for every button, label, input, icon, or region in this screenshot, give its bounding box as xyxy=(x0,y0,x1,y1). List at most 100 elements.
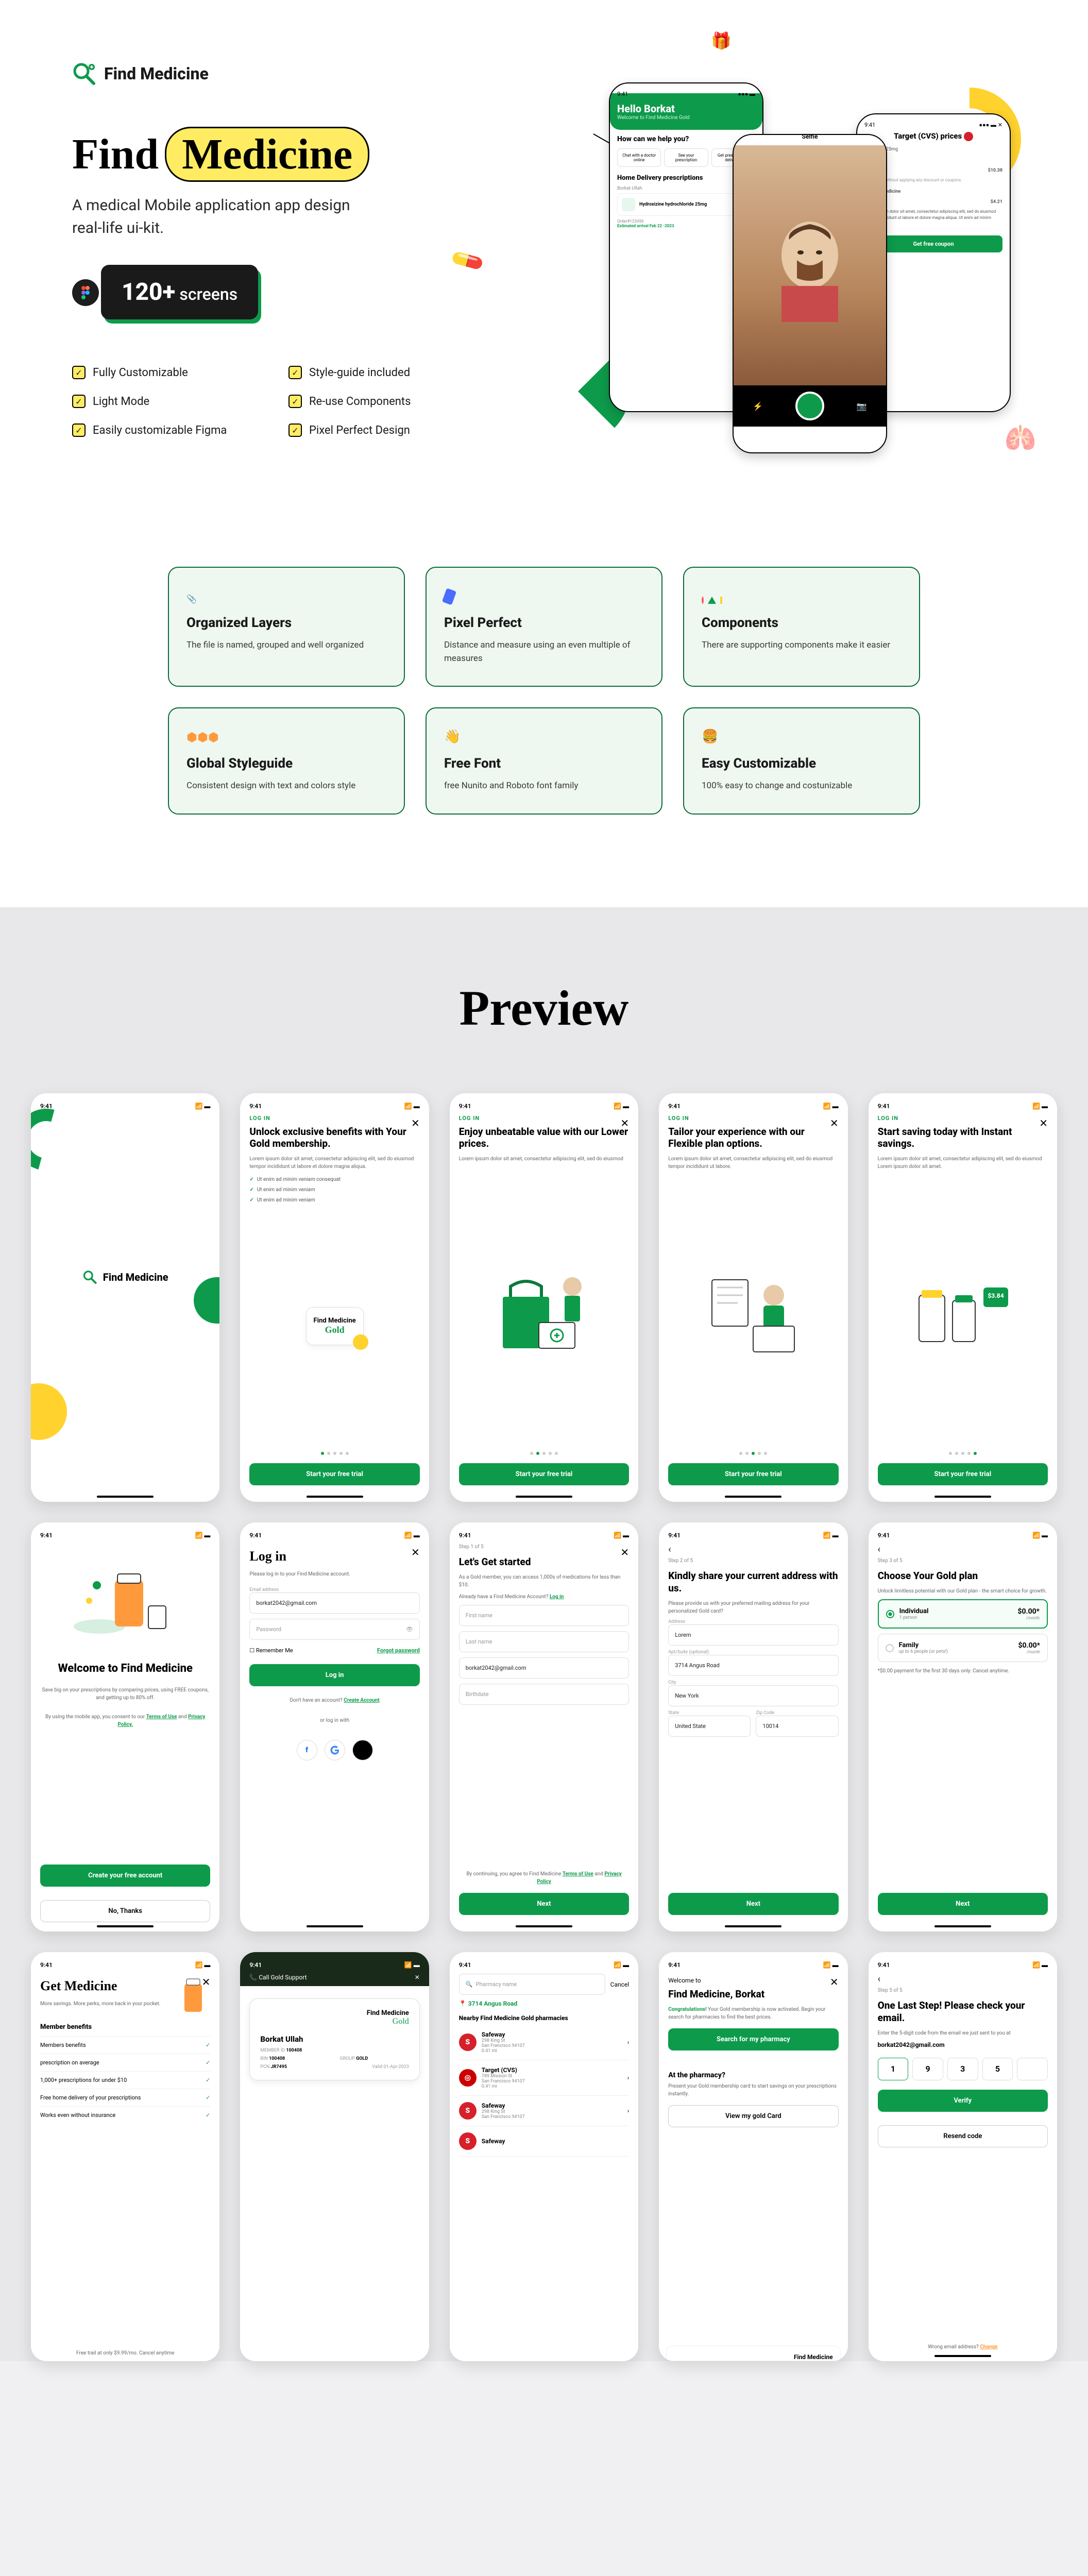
cancel-button[interactable]: Cancel xyxy=(610,1981,630,1988)
check-icon: ✓ xyxy=(288,366,302,379)
pharmacy-search-input[interactable]: 🔍 Pharmacy name xyxy=(459,1974,605,1995)
apple-login[interactable] xyxy=(352,1740,373,1760)
change-email-link[interactable]: Change xyxy=(980,2344,997,2350)
birthdate-field[interactable]: Birthdate xyxy=(459,1684,629,1705)
pharmacy-item[interactable]: ◎Target (CVS)789 Mission StSan Francisco… xyxy=(459,2060,629,2096)
check-icon: ✓ xyxy=(72,423,86,437)
plan-family[interactable]: Familyup to 6 people (or pets!) $0.00*/m… xyxy=(878,1634,1048,1662)
card-styleguide: ⬢⬢⬢ Global StyleguideConsistent design w… xyxy=(168,707,405,815)
google-login[interactable] xyxy=(325,1740,345,1760)
apt-field[interactable]: 3714 Angus Road xyxy=(668,1655,838,1676)
preview-section: Preview 9:41📶 ▬ Find Medicine 9:41📶 ▬ LO… xyxy=(0,907,1088,2362)
plan-individual[interactable]: Individual1 person $0.00*/month xyxy=(878,1599,1048,1629)
screen-choose-plan: 9:41📶 ▬ ‹ Step 3 of 5 Choose Your Gold p… xyxy=(869,1522,1057,1931)
create-account-button[interactable]: Create your free account xyxy=(40,1865,210,1887)
last-name-field[interactable]: Last name xyxy=(459,1631,629,1652)
screen-login: 9:41📶 ▬ ✕ Log in Please log in to your F… xyxy=(240,1522,429,1931)
chevron-right-icon: › xyxy=(627,2039,630,2046)
screen-splash: 9:41📶 ▬ Find Medicine xyxy=(31,1093,219,1502)
next-button[interactable]: Next xyxy=(878,1893,1048,1915)
savings-illustration: $3.84 xyxy=(878,1180,1048,1442)
forgot-password-link[interactable]: Forgot password xyxy=(377,1647,420,1654)
phone-mockups: 9:41●●● ▬ Hello Borkat Welcome to Find M… xyxy=(495,62,1016,484)
hero: Find Medicine Find Medicine A medical Mo… xyxy=(72,62,1016,546)
chevron-right-icon: › xyxy=(627,2107,630,2114)
login-link[interactable]: Log in xyxy=(550,1594,564,1600)
counter-number: 120+ xyxy=(122,278,175,306)
remember-checkbox[interactable]: ☐ Remember Me xyxy=(249,1647,293,1654)
feature-item: ✓Fully Customizable xyxy=(72,366,247,379)
screen-welcome-borkat: 9:41📶 ▬ ✕ Welcome to Find Medicine, Bork… xyxy=(659,1952,847,2361)
verify-button[interactable]: Verify xyxy=(878,2090,1048,2112)
search-pharmacy-button[interactable]: Search for my pharmacy xyxy=(668,2028,838,2050)
facebook-login[interactable]: f xyxy=(297,1740,317,1760)
next-button[interactable]: Next xyxy=(459,1893,629,1915)
close-icon[interactable]: ✕ xyxy=(411,1117,420,1129)
magnifier-plus-icon xyxy=(72,62,96,86)
check-icon: ✓ xyxy=(288,395,302,408)
start-trial-button[interactable]: Start your free trial xyxy=(878,1463,1048,1485)
back-icon[interactable]: ‹ xyxy=(878,1974,1048,1985)
screen-pharmacy-search: 9:41📶 ▬ 🔍 Pharmacy name Cancel 📍 3714 An… xyxy=(450,1952,638,2361)
greeting: Hello Borkat xyxy=(617,103,755,115)
shapes-icon xyxy=(702,588,722,604)
welcome-title: Welcome to Find Medicine xyxy=(40,1662,210,1676)
honeycomb-icon: ⬢⬢⬢ xyxy=(186,729,207,744)
pharmacy-item[interactable]: SSafeway298 King StSan Francisco 941070.… xyxy=(459,2025,629,2060)
terms-link[interactable]: Terms of Use xyxy=(563,1871,593,1877)
email-field[interactable]: borkat2042@gmail.com xyxy=(459,1657,629,1679)
close-icon[interactable]: ✕ xyxy=(830,1976,839,1988)
brand-name: Find Medicine xyxy=(104,64,209,83)
pharmacy-item[interactable]: SSafeway298 King StSan Francisco 94107› xyxy=(459,2096,629,2126)
feature-list: ✓Fully Customizable ✓Style-guide include… xyxy=(72,366,464,437)
no-thanks-button[interactable]: No, Thanks xyxy=(40,1900,210,1922)
card-customizable: 🍔 Easy Customizable100% easy to change a… xyxy=(683,707,920,815)
start-trial-button[interactable]: Start your free trial xyxy=(249,1463,419,1485)
start-trial-button[interactable]: Start your free trial xyxy=(459,1463,629,1485)
start-trial-button[interactable]: Start your free trial xyxy=(668,1463,838,1485)
close-icon[interactable]: ✕ xyxy=(202,1976,211,1988)
city-field[interactable]: New York xyxy=(668,1685,838,1706)
back-icon[interactable]: ‹ xyxy=(668,1544,838,1555)
splash-logo: Find Medicine xyxy=(82,1269,168,1285)
back-icon[interactable]: ‹ xyxy=(878,1544,1048,1555)
close-icon[interactable]: ✕ xyxy=(1039,1117,1048,1129)
shutter-button[interactable] xyxy=(795,392,824,420)
attachment-icon: 📎 xyxy=(186,588,207,604)
login-button[interactable]: Log in xyxy=(249,1664,419,1686)
close-icon[interactable]: ✕ xyxy=(415,1974,420,1981)
password-field[interactable]: Password👁 xyxy=(249,1619,419,1640)
chevron-right-icon: › xyxy=(627,2074,630,2081)
check-icon: ✓ xyxy=(288,423,302,437)
screen-onboarding-3: 9:41📶 ▬ LOG IN✕ Tailor your experience w… xyxy=(659,1093,847,1502)
location-pin[interactable]: 📍 3714 Angus Road xyxy=(459,2000,629,2007)
plan-illustration xyxy=(668,1180,838,1442)
resend-button[interactable]: Resend code xyxy=(878,2125,1048,2147)
close-icon[interactable]: ✕ xyxy=(620,1546,629,1558)
headline-a: Find xyxy=(72,129,159,179)
pharmacy-item[interactable]: SSafeway xyxy=(459,2126,629,2157)
close-icon[interactable]: ✕ xyxy=(411,1546,420,1558)
next-button[interactable]: Next xyxy=(668,1893,838,1915)
view-gold-card-button[interactable]: View my gold Card xyxy=(668,2105,838,2127)
close-icon[interactable]: ✕ xyxy=(620,1117,629,1129)
eye-icon[interactable]: 👁 xyxy=(406,1626,413,1633)
screen-onboarding-2: 9:41📶 ▬ LOG IN✕ Enjoy unbeatable value w… xyxy=(450,1093,638,1502)
feature-item: ✓Pixel Perfect Design xyxy=(288,423,464,437)
zip-field[interactable]: 10014 xyxy=(756,1716,838,1737)
screen-onboarding-1: 9:41📶 ▬ LOG IN✕ Unlock exclusive benefit… xyxy=(240,1093,429,1502)
address-field[interactable]: Lorem xyxy=(668,1624,838,1646)
svg-text:$3.84: $3.84 xyxy=(988,1292,1004,1299)
gift-icon: 🎁 xyxy=(711,31,732,50)
first-name-field[interactable]: First name xyxy=(459,1605,629,1626)
figma-icon xyxy=(72,279,99,306)
close-icon[interactable]: ✕ xyxy=(830,1117,839,1129)
screen-welcome: 9:41📶 ▬ Welcome to Find Medicine Save bi… xyxy=(31,1522,219,1931)
create-account-link[interactable]: Create Account xyxy=(344,1698,380,1703)
wave-hand-icon: 👋 xyxy=(444,729,465,744)
terms-link[interactable]: Terms of Use xyxy=(146,1714,177,1720)
email-field[interactable]: borkat2042@gmail.com xyxy=(249,1592,419,1614)
otp-input[interactable]: 1935 xyxy=(878,2058,1048,2080)
card-components: ComponentsThere are supporting component… xyxy=(683,567,920,687)
state-field[interactable]: United State xyxy=(668,1716,751,1737)
